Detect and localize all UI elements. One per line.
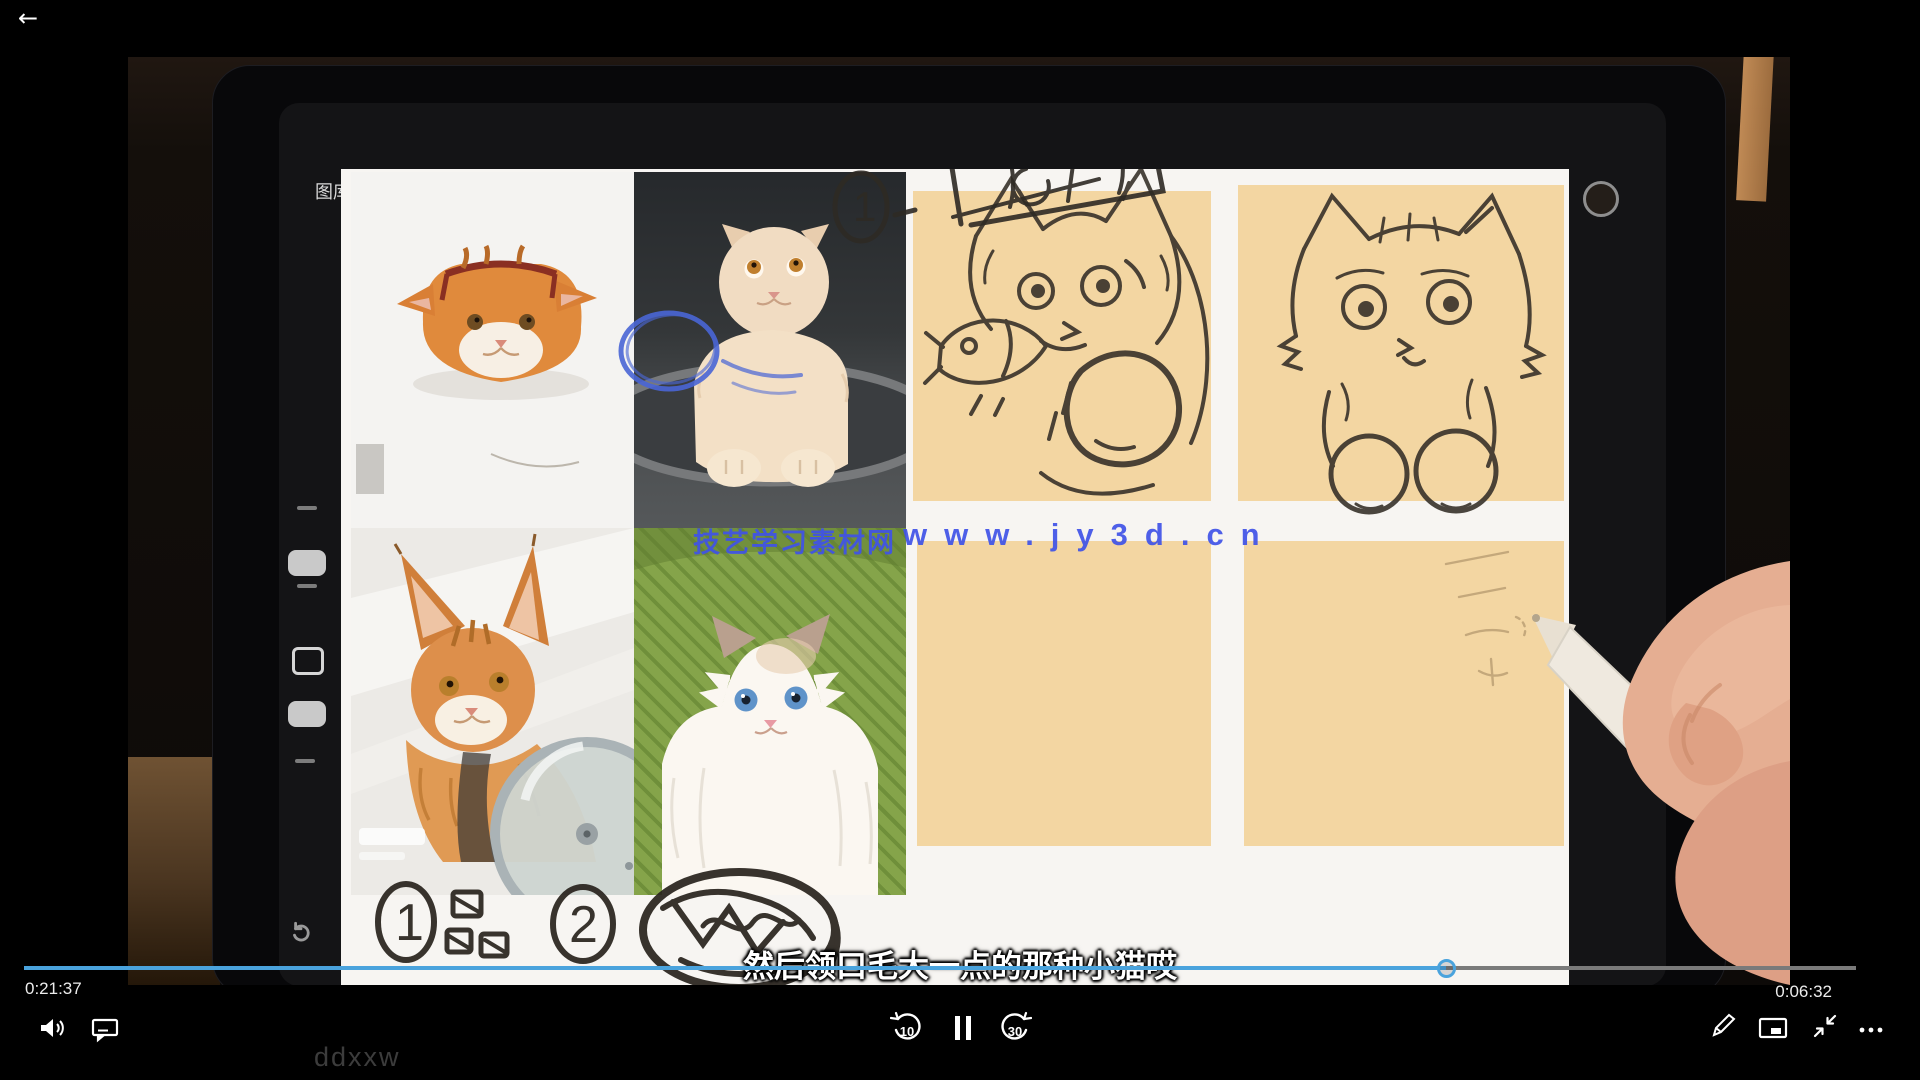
desk-object (1736, 57, 1774, 202)
opacity-slider[interactable] (288, 701, 326, 727)
sidebar-tick (297, 584, 317, 588)
mini-player-button[interactable] (1752, 1008, 1794, 1048)
photo-maine-coon-pot (351, 528, 634, 895)
seek-bar[interactable] (24, 966, 1856, 970)
back-button[interactable]: ← (10, 2, 46, 34)
canvas-watermark-site: 技艺学习素材网 (693, 521, 896, 560)
subtitles-button[interactable] (84, 1010, 126, 1050)
edit-button[interactable] (1702, 1006, 1744, 1046)
modify-button[interactable] (292, 647, 324, 675)
subtitle-text: 然后领口毛大一点的那种小猫哎 (0, 941, 1920, 986)
channel-watermark: ddxxw (314, 1042, 401, 1073)
procreate-canvas[interactable]: 1 1 (341, 169, 1569, 985)
sidebar-tick (297, 506, 317, 510)
seek-bar-progress (24, 966, 1446, 970)
exit-fullscreen-button[interactable] (1804, 1006, 1846, 1046)
pause-button[interactable] (942, 1008, 984, 1048)
seek-handle[interactable] (1437, 959, 1456, 978)
hand-with-pencil (1390, 465, 1790, 985)
skip-back-label: 10 (886, 1024, 928, 1039)
skip-forward-label: 30 (994, 1024, 1036, 1039)
time-elapsed: 0:21:37 (25, 979, 82, 999)
sidebar-tick (295, 759, 315, 763)
svg-text:1: 1 (853, 183, 876, 230)
volume-button[interactable] (30, 1008, 72, 1048)
sketch-panel-3 (917, 541, 1211, 846)
app-window: ← 图库 S (0, 0, 1920, 1080)
photo-ragdoll-basket (634, 528, 906, 895)
canvas-watermark-url: www.jy3d.cn (903, 517, 1277, 553)
skip-back-button[interactable]: 10 (886, 1006, 928, 1046)
skip-forward-button[interactable]: 30 (994, 1006, 1036, 1046)
time-remaining: 0:06:32 (1775, 982, 1832, 1002)
more-options-button[interactable] (1850, 1010, 1892, 1050)
annotation-blue-ellipse (591, 289, 911, 419)
annotation-top: 1 (821, 169, 1261, 269)
brush-size-slider[interactable] (288, 550, 326, 576)
color-swatch-button[interactable] (1583, 181, 1619, 217)
video-surface[interactable]: 图库 S (128, 57, 1790, 985)
